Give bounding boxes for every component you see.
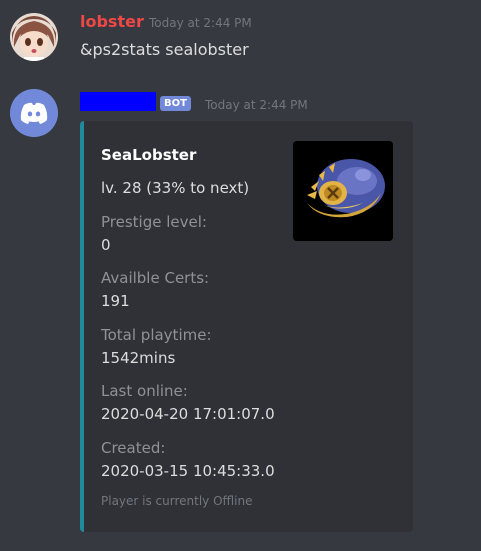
bot-tag: BOT <box>160 96 191 111</box>
field-name: Prestige level: <box>101 213 207 231</box>
embed-title: SeaLobster <box>101 146 197 164</box>
field-value: 0 <box>101 236 111 254</box>
message-timestamp: Today at 2:44 PM <box>149 16 252 30</box>
field-value: 2020-04-20 17:01:07.0 <box>101 405 275 423</box>
embed-description: lv. 28 (33% to next) <box>101 179 250 197</box>
field-value: 191 <box>101 292 130 310</box>
field-value: 2020-03-15 10:45:33.0 <box>101 462 275 480</box>
message-timestamp: Today at 2:44 PM <box>205 98 308 112</box>
field-name: Total playtime: <box>101 326 212 344</box>
field-name: Availble Certs: <box>101 269 210 287</box>
field-value: 1542mins <box>101 349 176 367</box>
field-name: Last online: <box>101 382 188 400</box>
stats-embed: SeaLobster lv. 28 (33% to next) Prestige… <box>80 121 413 532</box>
message-content: &ps2stats sealobster <box>80 40 249 59</box>
field-name: Created: <box>101 439 166 457</box>
embed-footer: Player is currently Offline <box>101 494 253 508</box>
faction-emblem-icon[interactable] <box>293 141 393 241</box>
redacted-bot-name <box>80 92 156 111</box>
username[interactable]: lobster <box>80 12 144 31</box>
discord-avatar-icon[interactable] <box>10 89 58 137</box>
user-avatar[interactable] <box>10 13 58 61</box>
